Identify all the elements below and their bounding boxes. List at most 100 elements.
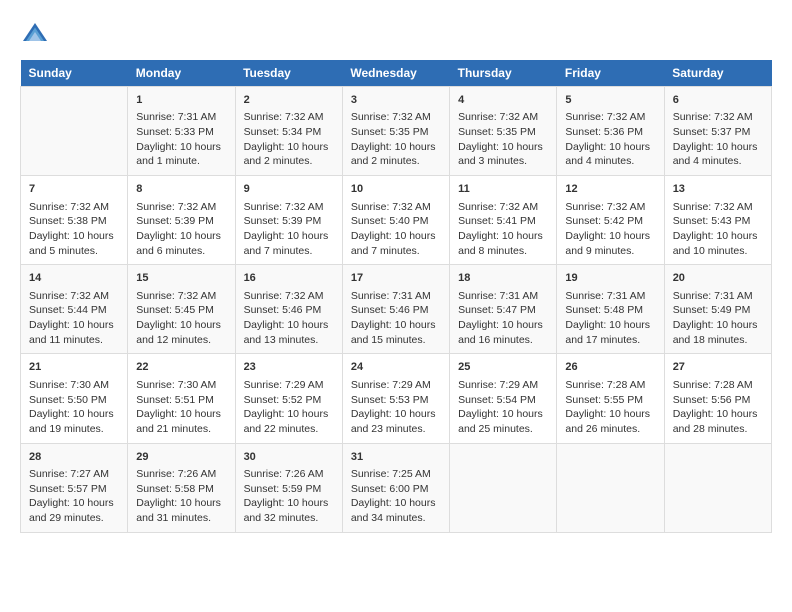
day-number: 19: [565, 271, 655, 286]
day-cell: 17 Sunrise: 7:31 AM Sunset: 5:46 PM Dayli…: [342, 265, 449, 354]
day-number: 12: [565, 182, 655, 197]
day-header-wednesday: Wednesday: [342, 60, 449, 87]
day-content: Sunrise: 7:28 AM Sunset: 5:56 PM Dayligh…: [673, 378, 763, 437]
day-content: Sunrise: 7:32 AM Sunset: 5:41 PM Dayligh…: [458, 200, 548, 259]
day-cell: 29 Sunrise: 7:26 AM Sunset: 5:58 PM Dayli…: [128, 443, 235, 532]
day-header-sunday: Sunday: [21, 60, 128, 87]
day-number: 22: [136, 360, 226, 375]
day-number: 14: [29, 271, 119, 286]
day-content: Sunrise: 7:32 AM Sunset: 5:42 PM Dayligh…: [565, 200, 655, 259]
day-number: 25: [458, 360, 548, 375]
day-cell: 14 Sunrise: 7:32 AM Sunset: 5:44 PM Dayli…: [21, 265, 128, 354]
day-content: Sunrise: 7:29 AM Sunset: 5:53 PM Dayligh…: [351, 378, 441, 437]
day-cell: 5 Sunrise: 7:32 AM Sunset: 5:36 PM Daylig…: [557, 87, 664, 176]
day-cell: 16Sunrise: 7:32 AM Sunset: 5:46 PM Dayli…: [235, 265, 342, 354]
day-content: Sunrise: 7:29 AM Sunset: 5:54 PM Dayligh…: [458, 378, 548, 437]
day-cell: 30Sunrise: 7:26 AM Sunset: 5:59 PM Dayli…: [235, 443, 342, 532]
day-header-thursday: Thursday: [450, 60, 557, 87]
day-content: Sunrise: 7:31 AM Sunset: 5:47 PM Dayligh…: [458, 289, 548, 348]
day-number: 15: [136, 271, 226, 286]
day-number: 1: [136, 93, 226, 108]
day-cell: 25 Sunrise: 7:29 AM Sunset: 5:54 PM Dayli…: [450, 354, 557, 443]
day-content: Sunrise: 7:28 AM Sunset: 5:55 PM Dayligh…: [565, 378, 655, 437]
day-cell: 13 Sunrise: 7:32 AM Sunset: 5:43 PM Dayli…: [664, 176, 771, 265]
day-number: 20: [673, 271, 763, 286]
day-cell: 9 Sunrise: 7:32 AM Sunset: 5:39 PM Daylig…: [235, 176, 342, 265]
day-header-tuesday: Tuesday: [235, 60, 342, 87]
day-number: 24: [351, 360, 441, 375]
day-header-friday: Friday: [557, 60, 664, 87]
day-content: Sunrise: 7:26 AM Sunset: 5:58 PM Dayligh…: [136, 467, 226, 526]
day-content: Sunrise: 7:31 AM Sunset: 5:48 PM Dayligh…: [565, 289, 655, 348]
day-content: Sunrise: 7:32 AM Sunset: 5:45 PM Dayligh…: [136, 289, 226, 348]
day-content: Sunrise: 7:29 AM Sunset: 5:52 PM Dayligh…: [244, 378, 334, 437]
day-content: Sunrise: 7:30 AM Sunset: 5:51 PM Dayligh…: [136, 378, 226, 437]
day-content: Sunrise: 7:31 AM Sunset: 5:46 PM Dayligh…: [351, 289, 441, 348]
day-cell: [664, 443, 771, 532]
day-content: Sunrise: 7:25 AM Sunset: 6:00 PM Dayligh…: [351, 467, 441, 526]
logo-icon: [20, 20, 50, 50]
day-number: 2: [244, 93, 334, 108]
day-cell: [450, 443, 557, 532]
day-number: 9: [244, 182, 334, 197]
day-cell: 1Sunrise: 7:31 AM Sunset: 5:33 PM Daylig…: [128, 87, 235, 176]
day-content: Sunrise: 7:32 AM Sunset: 5:39 PM Dayligh…: [244, 200, 334, 259]
day-header-monday: Monday: [128, 60, 235, 87]
day-content: Sunrise: 7:30 AM Sunset: 5:50 PM Dayligh…: [29, 378, 119, 437]
day-number: 31: [351, 450, 441, 465]
day-number: 30: [244, 450, 334, 465]
day-cell: 10Sunrise: 7:32 AM Sunset: 5:40 PM Dayli…: [342, 176, 449, 265]
week-row-3: 14 Sunrise: 7:32 AM Sunset: 5:44 PM Dayli…: [21, 265, 772, 354]
day-content: Sunrise: 7:32 AM Sunset: 5:43 PM Dayligh…: [673, 200, 763, 259]
day-number: 28: [29, 450, 119, 465]
day-content: Sunrise: 7:32 AM Sunset: 5:38 PM Dayligh…: [29, 200, 119, 259]
day-cell: 11Sunrise: 7:32 AM Sunset: 5:41 PM Dayli…: [450, 176, 557, 265]
day-content: Sunrise: 7:27 AM Sunset: 5:57 PM Dayligh…: [29, 467, 119, 526]
day-cell: 21 Sunrise: 7:30 AM Sunset: 5:50 PM Dayli…: [21, 354, 128, 443]
day-number: 27: [673, 360, 763, 375]
week-row-1: 1Sunrise: 7:31 AM Sunset: 5:33 PM Daylig…: [21, 87, 772, 176]
calendar-table: SundayMondayTuesdayWednesdayThursdayFrid…: [20, 60, 772, 533]
day-cell: 20Sunrise: 7:31 AM Sunset: 5:49 PM Dayli…: [664, 265, 771, 354]
day-cell: 2Sunrise: 7:32 AM Sunset: 5:34 PM Daylig…: [235, 87, 342, 176]
day-cell: 7 Sunrise: 7:32 AM Sunset: 5:38 PM Daylig…: [21, 176, 128, 265]
day-cell: 27 Sunrise: 7:28 AM Sunset: 5:56 PM Dayli…: [664, 354, 771, 443]
day-content: Sunrise: 7:32 AM Sunset: 5:46 PM Dayligh…: [244, 289, 334, 348]
week-row-5: 28 Sunrise: 7:27 AM Sunset: 5:57 PM Dayli…: [21, 443, 772, 532]
day-number: 7: [29, 182, 119, 197]
day-number: 13: [673, 182, 763, 197]
day-cell: 24 Sunrise: 7:29 AM Sunset: 5:53 PM Dayli…: [342, 354, 449, 443]
days-header-row: SundayMondayTuesdayWednesdayThursdayFrid…: [21, 60, 772, 87]
day-number: 4: [458, 93, 548, 108]
day-cell: [557, 443, 664, 532]
day-content: Sunrise: 7:32 AM Sunset: 5:36 PM Dayligh…: [565, 110, 655, 169]
day-cell: 12 Sunrise: 7:32 AM Sunset: 5:42 PM Dayli…: [557, 176, 664, 265]
day-cell: 28 Sunrise: 7:27 AM Sunset: 5:57 PM Dayli…: [21, 443, 128, 532]
day-cell: 6Sunrise: 7:32 AM Sunset: 5:37 PM Daylig…: [664, 87, 771, 176]
day-number: 17: [351, 271, 441, 286]
day-number: 6: [673, 93, 763, 108]
day-number: 26: [565, 360, 655, 375]
day-cell: 22 Sunrise: 7:30 AM Sunset: 5:51 PM Dayli…: [128, 354, 235, 443]
day-cell: [21, 87, 128, 176]
week-row-4: 21 Sunrise: 7:30 AM Sunset: 5:50 PM Dayli…: [21, 354, 772, 443]
logo: [20, 20, 54, 50]
day-number: 21: [29, 360, 119, 375]
day-content: Sunrise: 7:32 AM Sunset: 5:39 PM Dayligh…: [136, 200, 226, 259]
day-number: 29: [136, 450, 226, 465]
day-cell: 31 Sunrise: 7:25 AM Sunset: 6:00 PM Dayli…: [342, 443, 449, 532]
day-header-saturday: Saturday: [664, 60, 771, 87]
day-number: 3: [351, 93, 441, 108]
week-row-2: 7 Sunrise: 7:32 AM Sunset: 5:38 PM Daylig…: [21, 176, 772, 265]
day-cell: 3 Sunrise: 7:32 AM Sunset: 5:35 PM Daylig…: [342, 87, 449, 176]
day-number: 23: [244, 360, 334, 375]
day-cell: 4Sunrise: 7:32 AM Sunset: 5:35 PM Daylig…: [450, 87, 557, 176]
day-content: Sunrise: 7:32 AM Sunset: 5:40 PM Dayligh…: [351, 200, 441, 259]
day-content: Sunrise: 7:32 AM Sunset: 5:44 PM Dayligh…: [29, 289, 119, 348]
page-header: [20, 20, 772, 50]
day-number: 8: [136, 182, 226, 197]
day-cell: 26 Sunrise: 7:28 AM Sunset: 5:55 PM Dayli…: [557, 354, 664, 443]
day-number: 5: [565, 93, 655, 108]
day-cell: 18Sunrise: 7:31 AM Sunset: 5:47 PM Dayli…: [450, 265, 557, 354]
day-content: Sunrise: 7:32 AM Sunset: 5:35 PM Dayligh…: [351, 110, 441, 169]
